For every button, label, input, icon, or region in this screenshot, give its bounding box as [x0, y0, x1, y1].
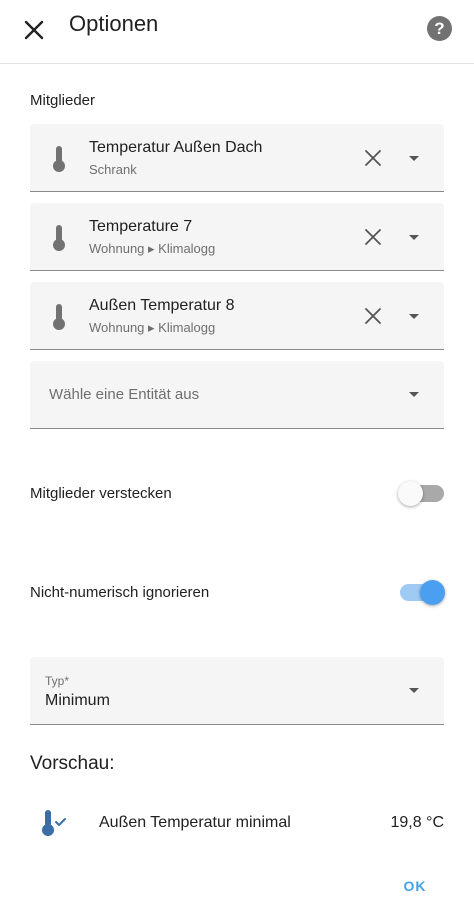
- dialog-header: Optionen ?: [0, 0, 474, 64]
- close-icon: [24, 20, 44, 40]
- chevron-down-icon[interactable]: [408, 155, 420, 163]
- preview-heading: Vorschau:: [30, 753, 115, 774]
- member-area: Wohnung ▸ Klimalogg: [89, 241, 216, 256]
- switch-knob: [398, 481, 423, 506]
- member-row[interactable]: Außen Temperatur 8 Wohnung ▸ Klimalogg: [30, 282, 444, 350]
- preview-entity-name: Außen Temperatur minimal: [99, 814, 291, 831]
- clear-icon[interactable]: [363, 306, 383, 326]
- chevron-down-icon[interactable]: [408, 313, 420, 321]
- chevron-down-icon[interactable]: [408, 234, 420, 242]
- thermometer-icon: [53, 146, 65, 172]
- member-name: Temperatur Außen Dach: [89, 139, 263, 156]
- hide-members-label: Mitglieder verstecken: [30, 485, 172, 502]
- ignore-non-numeric-label: Nicht-numerisch ignorieren: [30, 584, 210, 601]
- entity-picker-placeholder: Wähle eine Entität aus: [49, 386, 200, 403]
- clear-icon[interactable]: [363, 148, 383, 168]
- clear-icon[interactable]: [363, 227, 383, 247]
- thermometer-icon: [53, 304, 65, 330]
- member-area: Wohnung ▸ Klimalogg: [89, 320, 216, 335]
- type-select-value: Minimum: [45, 692, 110, 709]
- member-name: Außen Temperatur 8: [89, 297, 235, 314]
- thermometer-check-icon: [42, 810, 66, 836]
- switch-knob: [420, 580, 445, 605]
- thermometer-icon: [53, 225, 65, 251]
- dialog-title: Optionen: [69, 11, 159, 36]
- member-row[interactable]: Temperatur Außen Dach Schrank: [30, 124, 444, 192]
- member-name: Temperature 7: [89, 218, 193, 235]
- preview-entity-value: 19,8 °C: [390, 814, 444, 831]
- members-label: Mitglieder: [30, 92, 96, 109]
- ok-button[interactable]: OK: [396, 878, 434, 900]
- chevron-down-icon[interactable]: [408, 687, 420, 695]
- close-button[interactable]: [18, 14, 50, 46]
- type-select[interactable]: Typ* Minimum: [30, 657, 444, 725]
- chevron-down-icon[interactable]: [408, 391, 420, 399]
- type-select-label: Typ*: [45, 674, 70, 688]
- entity-picker-input[interactable]: Wähle eine Entität aus: [30, 361, 444, 429]
- member-row[interactable]: Temperature 7 Wohnung ▸ Klimalogg: [30, 203, 444, 271]
- hide-members-switch[interactable]: [398, 481, 446, 507]
- member-area: Schrank: [89, 162, 137, 177]
- help-button[interactable]: ?: [427, 16, 452, 41]
- ignore-non-numeric-switch[interactable]: [400, 580, 446, 606]
